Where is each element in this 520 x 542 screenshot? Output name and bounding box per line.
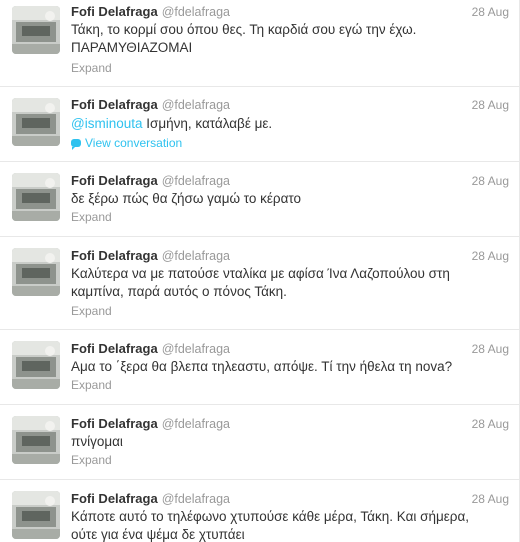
author-username[interactable]: @fdelafraga [162,249,230,263]
author-fullname[interactable]: Fofi Delafraga [71,491,158,506]
avatar[interactable] [12,341,60,389]
tweet-item[interactable]: Fofi Delafraga @fdelafraga 28 Aug πνίγομα… [0,405,519,480]
tweet-text-line: ούτε για ένα ψέμα δε χτυπάει [71,527,245,542]
tweet-header: Fofi Delafraga @fdelafraga 28 Aug [71,96,509,114]
tweet-header: Fofi Delafraga @fdelafraga 28 Aug [71,172,509,190]
tweet-timestamp[interactable]: 28 Aug [472,172,509,190]
tweet-text: @isminouta Ισμήνη, κατάλαβέ με. [71,115,507,133]
tweet-header: Fofi Delafraga @fdelafraga 28 Aug [71,415,509,433]
tweet-item[interactable]: Fofi Delafraga @fdelafraga 28 Aug Καλύτερ… [0,237,519,330]
tweet-text-line: Αμα το ΄ξερα θα βλεπα τηλεαστυ, απόψε. Τ… [71,359,453,374]
view-conversation-link[interactable]: View conversation [71,135,182,151]
tweet-text-line: Τάκη, το κορμί σου όπου θες. Τη καρδιά σ… [71,22,417,37]
author-username[interactable]: @fdelafraga [162,492,230,506]
tweet-text-line: δε ξέρω πώς θα ζήσω γαμώ το κέρατο [71,191,302,206]
expand-link[interactable]: Expand [71,60,112,76]
author-fullname[interactable]: Fofi Delafraga [71,97,158,112]
expand-link[interactable]: Expand [71,377,112,393]
author-fullname[interactable]: Fofi Delafraga [71,341,158,356]
tweet-timestamp[interactable]: 28 Aug [472,247,509,265]
tweet-item[interactable]: Fofi Delafraga @fdelafraga 28 Aug Αμα το … [0,330,519,405]
author-username[interactable]: @fdelafraga [162,98,230,112]
tweet-timestamp[interactable]: 28 Aug [472,340,509,358]
tweet-text-line: Ισμήνη, κατάλαβέ με. [142,116,273,131]
tweet-timestamp[interactable]: 28 Aug [472,490,509,508]
tweet-header: Fofi Delafraga @fdelafraga 28 Aug [71,340,509,358]
author-username[interactable]: @fdelafraga [162,174,230,188]
tweet-text-line: Κάποτε αυτό το τηλέφωνο χτυπούσε κάθε μέ… [71,509,469,524]
tweet-timestamp[interactable]: 28 Aug [472,415,509,433]
tweet-text: δε ξέρω πώς θα ζήσω γαμώ το κέρατο [71,190,507,208]
author-fullname[interactable]: Fofi Delafraga [71,4,158,19]
avatar[interactable] [12,6,60,54]
avatar[interactable] [12,98,60,146]
tweet-item[interactable]: Fofi Delafraga @fdelafraga 28 Aug Κάποτε … [0,480,519,542]
author-username[interactable]: @fdelafraga [162,342,230,356]
avatar[interactable] [12,416,60,464]
tweet-text-line: καμπίνα, παρά αυτός ο πόνος Τάκη. [71,284,287,299]
tweet-timestamp[interactable]: 28 Aug [472,96,509,114]
avatar[interactable] [12,248,60,296]
author-fullname[interactable]: Fofi Delafraga [71,248,158,263]
tweet-timestamp[interactable]: 28 Aug [472,3,509,21]
tweet-text: Κάποτε αυτό το τηλέφωνο χτυπούσε κάθε μέ… [71,508,507,542]
tweet-text: Καλύτερα να με πατούσε νταλίκα με αφίσα … [71,265,507,301]
tweet-text: Τάκη, το κορμί σου όπου θες. Τη καρδιά σ… [71,21,507,57]
view-conversation-label: View conversation [85,136,183,150]
author-fullname[interactable]: Fofi Delafraga [71,416,158,431]
expand-link[interactable]: Expand [71,303,112,319]
tweet-text: Αμα το ΄ξερα θα βλεπα τηλεαστυ, απόψε. Τ… [71,358,507,376]
author-username[interactable]: @fdelafraga [162,5,230,19]
speech-bubble-icon [71,139,81,150]
author-username[interactable]: @fdelafraga [162,417,230,431]
expand-link[interactable]: Expand [71,209,112,225]
tweet-text-line: πνίγομαι [71,434,123,449]
avatar[interactable] [12,173,60,221]
tweet-timeline: Fofi Delafraga @fdelafraga 28 Aug Τάκη, τ… [0,0,520,542]
tweet-text: πνίγομαι [71,433,507,451]
mention-link[interactable]: @isminouta [71,116,142,131]
tweet-header: Fofi Delafraga @fdelafraga 28 Aug [71,3,509,21]
tweet-header: Fofi Delafraga @fdelafraga 28 Aug [71,247,509,265]
tweet-header: Fofi Delafraga @fdelafraga 28 Aug [71,490,509,508]
tweet-item[interactable]: Fofi Delafraga @fdelafraga 28 Aug δε ξέρω… [0,162,519,237]
tweet-item[interactable]: Fofi Delafraga @fdelafraga 28 Aug @ismino… [0,87,519,162]
expand-link[interactable]: Expand [71,452,112,468]
tweet-text-line: Καλύτερα να με πατούσε νταλίκα με αφίσα … [71,266,450,281]
tweet-text-line: ΠΑΡΑΜΥΘΙΑΖΟΜΑΙ [71,40,193,55]
tweet-item[interactable]: Fofi Delafraga @fdelafraga 28 Aug Τάκη, τ… [0,0,519,87]
author-fullname[interactable]: Fofi Delafraga [71,173,158,188]
avatar[interactable] [12,491,60,539]
